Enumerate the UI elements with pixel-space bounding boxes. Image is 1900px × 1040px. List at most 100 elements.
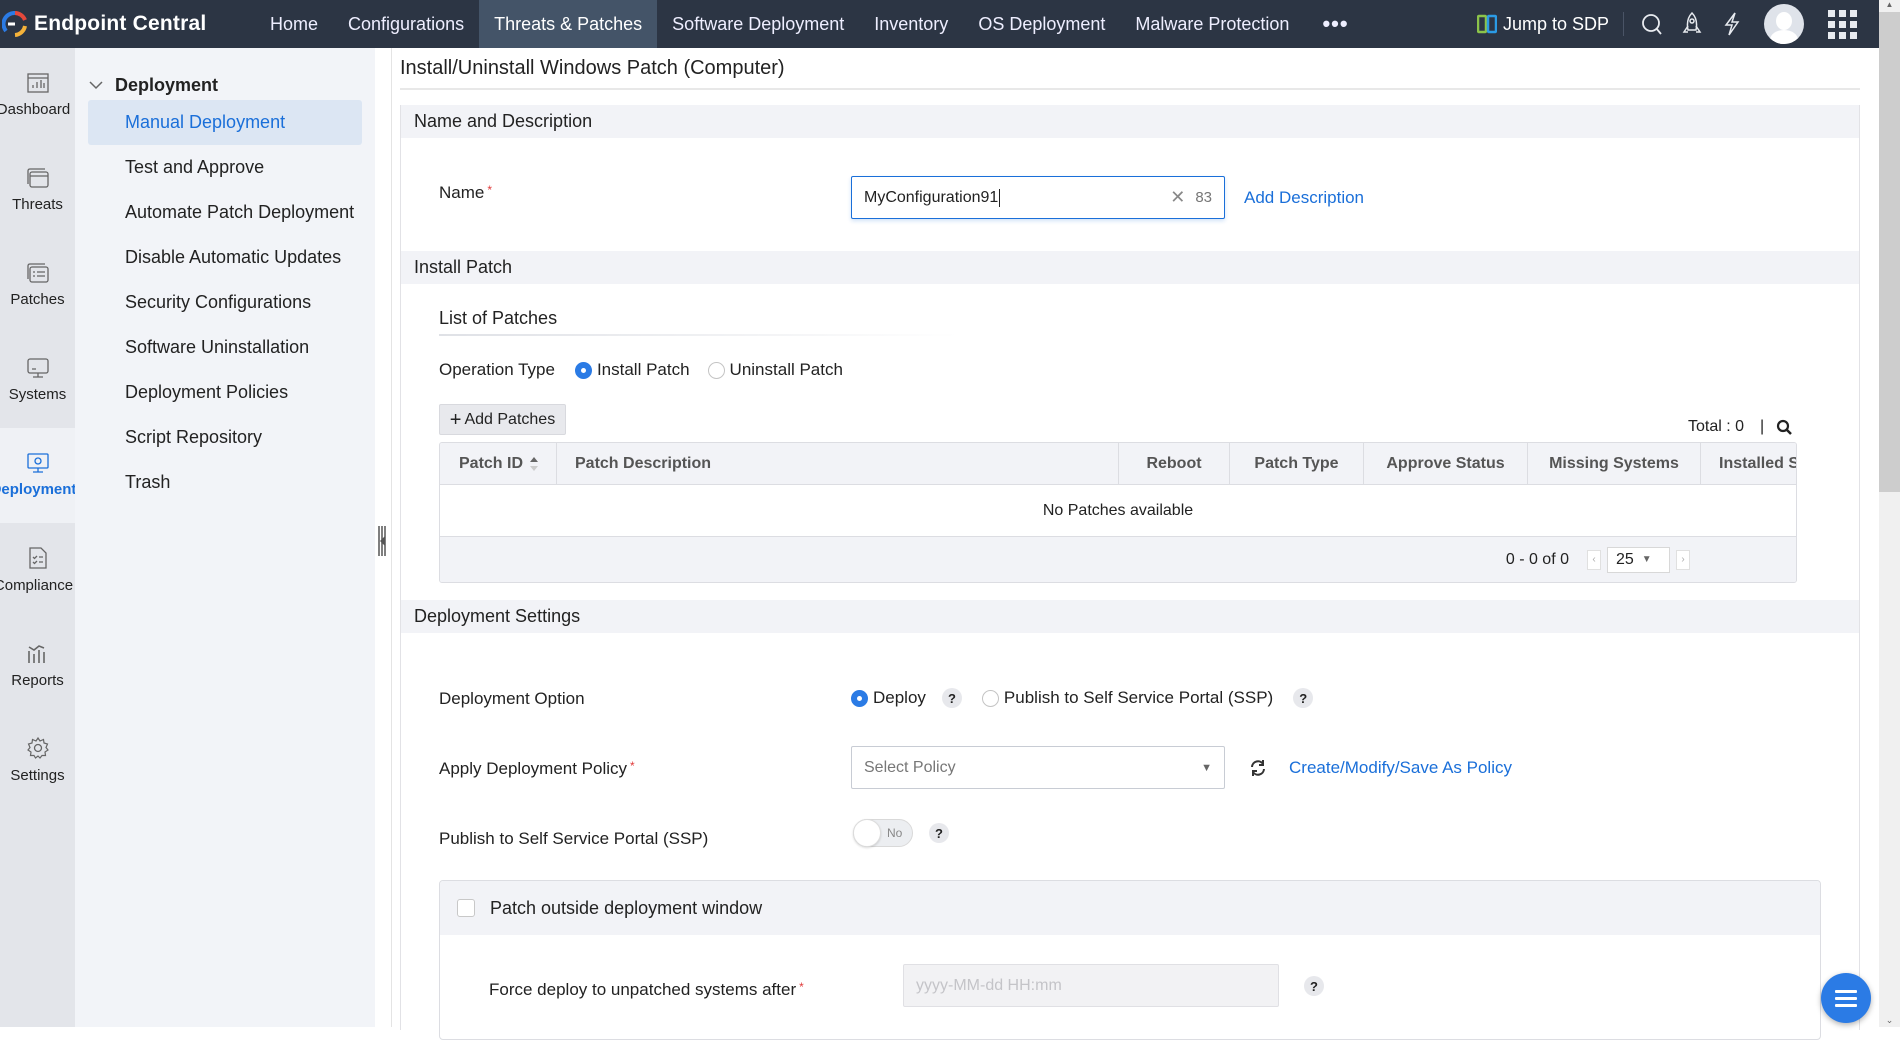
- policy-select[interactable]: Select Policy ▼: [851, 746, 1225, 789]
- floating-menu-button[interactable]: [1821, 973, 1871, 1023]
- submenu-item-software-uninstallation[interactable]: Software Uninstallation: [88, 325, 362, 370]
- page-size-select[interactable]: 25 ▼: [1607, 546, 1670, 573]
- sidebar-item-deployment[interactable]: Deployment: [0, 428, 75, 523]
- sdp-icon: [1476, 14, 1497, 34]
- deployment-settings-heading: Deployment Settings: [401, 600, 1859, 633]
- add-patches-button[interactable]: + Add Patches: [439, 404, 566, 435]
- install-patch-radio[interactable]: [574, 361, 592, 379]
- sidebar-item-reports[interactable]: Reports: [0, 618, 75, 713]
- list-of-patches-title: List of Patches: [439, 308, 558, 328]
- more-nav-button[interactable]: •••: [1304, 0, 1366, 48]
- user-avatar[interactable]: [1764, 4, 1804, 44]
- submenu-item-automate-patch-deployment[interactable]: Automate Patch Deployment: [88, 190, 362, 235]
- sidebar-item-threats[interactable]: Threats: [0, 143, 75, 238]
- next-page-button[interactable]: ›: [1676, 549, 1690, 570]
- top-navigation-bar: Endpoint Central Home Configurations Thr…: [0, 0, 1879, 48]
- nav-threats-patches[interactable]: Threats & Patches: [479, 0, 658, 48]
- jump-to-sdp-label: Jump to SDP: [1502, 13, 1609, 34]
- nav-software-deployment[interactable]: Software Deployment: [657, 0, 859, 48]
- apps-grid-icon[interactable]: [1828, 9, 1857, 39]
- deploy-radio[interactable]: [851, 689, 868, 707]
- submenu-item-script-repository[interactable]: Script Repository: [88, 415, 362, 460]
- deployment-submenu: Deployment Manual Deployment Test and Ap…: [75, 48, 375, 1027]
- submenu-item-trash[interactable]: Trash: [88, 460, 362, 505]
- prev-page-button[interactable]: ‹: [1587, 549, 1601, 570]
- submenu-item-security-configurations[interactable]: Security Configurations: [88, 280, 362, 325]
- create-modify-policy-link[interactable]: Create/Modify/Save As Policy: [1289, 758, 1512, 778]
- force-deploy-datetime-input[interactable]: yyyy-MM-dd HH:mm: [903, 964, 1279, 1007]
- compliance-icon: [28, 547, 47, 569]
- name-input[interactable]: MyConfiguration91 ✕ 83: [851, 176, 1225, 219]
- uninstall-patch-radio[interactable]: [707, 361, 725, 379]
- force-deploy-label-wrap: Force deploy to unpatched systems after *: [489, 980, 804, 1000]
- policy-label-wrap: Apply Deployment Policy *: [439, 759, 635, 779]
- clear-name-icon[interactable]: ✕: [1170, 187, 1185, 208]
- rocket-icon: [1682, 12, 1702, 33]
- sidebar-item-patches[interactable]: Patches: [0, 238, 75, 333]
- apply-policy-label: Apply Deployment Policy: [439, 759, 628, 778]
- col-patch-id-label: Patch ID: [459, 454, 524, 472]
- sidebar-label-deployment: Deployment: [0, 481, 75, 498]
- publish-ssp-toggle-help-icon[interactable]: ?: [929, 823, 949, 843]
- submenu-heading[interactable]: Deployment: [89, 70, 375, 100]
- col-patch-description[interactable]: Patch Description: [557, 443, 1119, 484]
- scroll-up-arrow-icon[interactable]: ▲: [1879, 0, 1900, 12]
- total-count: Total : 0: [1688, 418, 1745, 435]
- submenu-item-test-and-approve[interactable]: Test and Approve: [88, 145, 362, 190]
- col-patch-id[interactable]: Patch ID: [440, 443, 557, 484]
- patch-outside-window-checkbox[interactable]: [457, 899, 475, 917]
- nav-inventory[interactable]: Inventory: [859, 0, 963, 48]
- sidebar-label-patches: Patches: [10, 291, 65, 308]
- sidebar-item-settings[interactable]: Settings: [0, 713, 75, 808]
- jump-to-sdp-button[interactable]: Jump to SDP: [1476, 12, 1624, 36]
- list-title-underline: [439, 334, 959, 336]
- install-patch-label[interactable]: Install Patch: [597, 360, 690, 380]
- dropdown-caret-icon: ▼: [1641, 554, 1652, 565]
- col-missing-systems[interactable]: Missing Systems: [1528, 443, 1701, 484]
- col-reboot[interactable]: Reboot: [1119, 443, 1230, 484]
- col-patch-type[interactable]: Patch Type: [1230, 443, 1364, 484]
- scrollbar-thumb[interactable]: [1879, 12, 1900, 492]
- nav-os-deployment[interactable]: OS Deployment: [963, 0, 1120, 48]
- deploy-label[interactable]: Deploy: [873, 688, 926, 708]
- sort-icon[interactable]: [529, 456, 539, 472]
- add-description-link[interactable]: Add Description: [1244, 188, 1364, 208]
- plus-icon: +: [449, 408, 462, 431]
- col-installed-systems[interactable]: Installed S: [1701, 443, 1796, 484]
- submenu-item-manual-deployment[interactable]: Manual Deployment: [88, 100, 362, 145]
- submenu-item-disable-automatic-updates[interactable]: Disable Automatic Updates: [88, 235, 362, 280]
- scroll-down-arrow-icon[interactable]: ⌄: [1879, 1015, 1900, 1027]
- lightning-icon: [1724, 12, 1740, 36]
- global-search-button[interactable]: [1632, 0, 1672, 48]
- install-patch-section: Install Patch List of Patches Operation …: [400, 251, 1860, 600]
- table-search-icon[interactable]: [1776, 419, 1793, 435]
- uninstall-patch-label[interactable]: Uninstall Patch: [730, 360, 843, 380]
- submenu-heading-label: Deployment: [115, 74, 219, 95]
- sidebar-item-compliance[interactable]: Compliance: [0, 523, 75, 618]
- force-deploy-placeholder: yyyy-MM-dd HH:mm: [916, 976, 1062, 994]
- nav-malware-protection[interactable]: Malware Protection: [1120, 0, 1304, 48]
- required-marker: *: [487, 183, 493, 197]
- refresh-icon[interactable]: [1250, 759, 1266, 777]
- app-logo[interactable]: Endpoint Central: [0, 11, 255, 37]
- nav-home[interactable]: Home: [255, 0, 333, 48]
- sidebar-item-systems[interactable]: Systems: [0, 333, 75, 428]
- publish-ssp-option-label[interactable]: Publish to Self Service Portal (SSP): [1004, 688, 1273, 708]
- sidebar-item-dashboard[interactable]: Dashboard: [0, 48, 75, 143]
- submenu-item-deployment-policies[interactable]: Deployment Policies: [88, 370, 362, 415]
- publish-ssp-toggle[interactable]: No: [853, 819, 913, 847]
- publish-ssp-help-icon[interactable]: ?: [1293, 688, 1314, 708]
- quick-launch-button[interactable]: [1672, 0, 1712, 48]
- page-scrollbar[interactable]: ▲ ⌄: [1879, 0, 1900, 1027]
- install-patch-heading: Install Patch: [401, 251, 1859, 284]
- sidebar-label-compliance: Compliance: [0, 577, 74, 594]
- collapse-sidebar-handle-icon[interactable]: [378, 526, 387, 556]
- nav-configurations[interactable]: Configurations: [333, 0, 479, 48]
- patch-outside-window-label[interactable]: Patch outside deployment window: [490, 898, 762, 919]
- publish-ssp-radio[interactable]: [981, 689, 999, 707]
- col-approve-status[interactable]: Approve Status: [1364, 443, 1528, 484]
- deploy-help-icon[interactable]: ?: [941, 688, 962, 708]
- quick-actions-button[interactable]: [1712, 0, 1752, 48]
- force-deploy-help-icon[interactable]: ?: [1304, 976, 1324, 996]
- deployment-option-label: Deployment Option: [439, 689, 585, 708]
